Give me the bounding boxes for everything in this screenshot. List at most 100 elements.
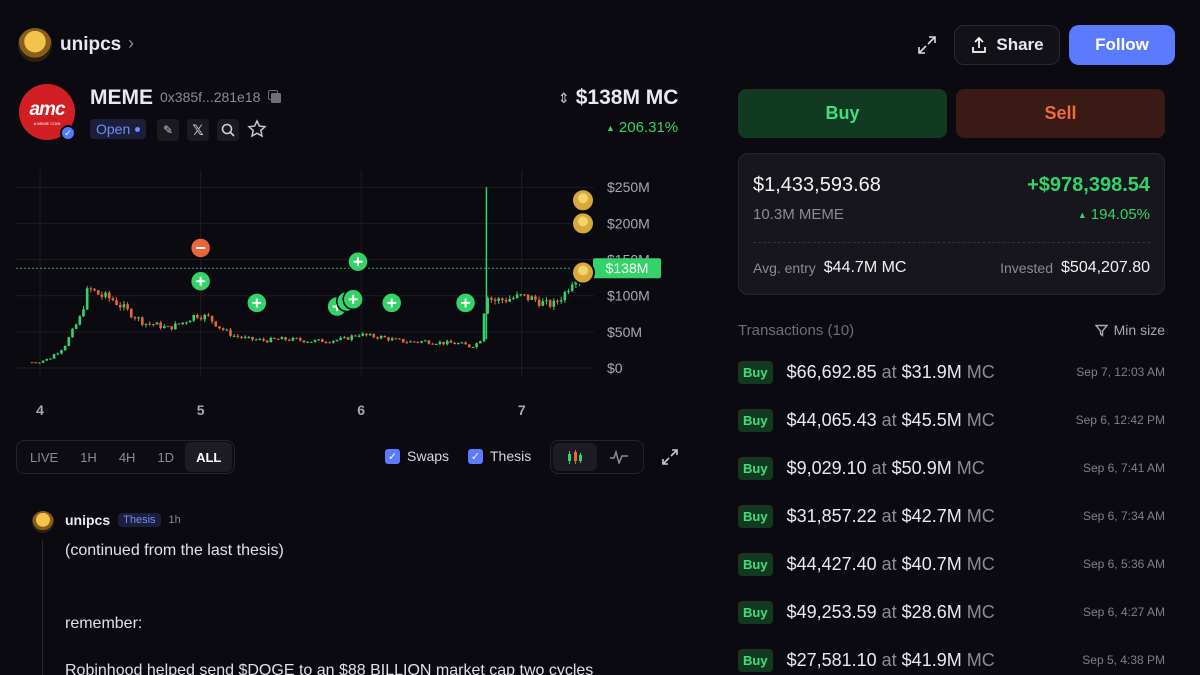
username-link[interactable]: unipcs xyxy=(60,34,121,56)
thesis-author[interactable]: unipcs xyxy=(65,512,110,528)
transaction-row[interactable]: Buy $9,029.10 at $50.9M MC Sep 6, 7:41 AM xyxy=(738,444,1165,492)
candle-body xyxy=(324,342,328,344)
candle-body xyxy=(265,340,269,343)
candle-body xyxy=(416,341,420,343)
x-twitter-icon[interactable]: 𝕏 xyxy=(187,119,209,141)
candle-body xyxy=(552,300,556,307)
candle-body xyxy=(321,339,324,343)
edit-icon[interactable]: ✎ xyxy=(157,119,179,141)
tx-amount: $27,581.10 xyxy=(786,649,877,670)
candlestick-chart-icon[interactable] xyxy=(553,443,597,471)
thesis-toggle[interactable]: ✓ Thesis xyxy=(468,448,531,464)
buy-button[interactable]: Buy xyxy=(738,89,947,138)
tx-mc-unit: MC xyxy=(966,553,995,574)
copy-icon[interactable] xyxy=(268,90,282,104)
swaps-label: Swaps xyxy=(407,448,450,464)
buy-tag: Buy xyxy=(738,648,773,672)
candle-body xyxy=(508,298,512,302)
range-1d[interactable]: 1D xyxy=(146,442,185,472)
candle-body xyxy=(464,342,467,345)
transaction-row[interactable]: Buy $27,581.10 at $41.9M MC Sep 5, 4:38 PM xyxy=(738,636,1165,675)
range-4h[interactable]: 4H xyxy=(108,442,147,472)
thesis-author-avatar[interactable] xyxy=(32,511,54,533)
expand-icon[interactable] xyxy=(916,34,938,56)
candle-body xyxy=(247,336,251,338)
position-pnl-pct-value: 194.05% xyxy=(1090,206,1150,223)
candle-body xyxy=(63,345,67,351)
transaction-row[interactable]: Buy $66,692.85 at $31.9M MC Sep 7, 12:03 AM xyxy=(738,348,1165,396)
candle-body xyxy=(438,341,442,345)
candle-body xyxy=(420,341,423,343)
tx-amount: $44,427.40 xyxy=(786,553,877,574)
transaction-row[interactable]: Buy $44,427.40 at $40.7M MC Sep 6, 5:36 AM xyxy=(738,540,1165,588)
candle-body xyxy=(82,309,85,317)
follow-button[interactable]: Follow xyxy=(1069,25,1175,65)
candle-body xyxy=(423,340,427,342)
candle-body xyxy=(214,321,218,327)
price-chart[interactable]: $250M$200M$150M$100M$50M$04567$138M xyxy=(0,150,700,430)
tx-mc-unit: MC xyxy=(956,457,985,478)
y-axis-label: $100M xyxy=(607,288,650,304)
candle-body xyxy=(354,335,357,337)
buy-tag: Buy xyxy=(738,360,773,384)
range-all[interactable]: ALL xyxy=(185,442,233,472)
candle-body xyxy=(490,297,493,300)
search-icon[interactable] xyxy=(217,119,239,141)
candle-body xyxy=(93,288,96,291)
candle-body xyxy=(243,337,247,339)
candle-body xyxy=(49,358,52,360)
candle-body xyxy=(163,326,166,329)
candle-body xyxy=(111,298,115,301)
candle-body xyxy=(346,337,350,340)
transaction-row[interactable]: Buy $44,065.43 at $45.5M MC Sep 6, 12:42 PM xyxy=(738,396,1165,444)
candle-body xyxy=(291,337,295,341)
position-pnl: +$978,398.54 xyxy=(1027,174,1150,196)
candle-body xyxy=(412,341,416,343)
invested-label: Invested xyxy=(1000,260,1054,276)
candle-body xyxy=(185,322,188,324)
tx-amount: $49,253.59 xyxy=(786,601,877,622)
swaps-checkbox-icon[interactable]: ✓ xyxy=(385,448,400,464)
candle-body xyxy=(567,290,570,293)
tx-mc-unit: MC xyxy=(966,409,995,430)
tx-mc: $45.5M xyxy=(901,409,962,430)
invested-value: $504,207.80 xyxy=(1061,259,1150,276)
x-axis-label: 6 xyxy=(357,402,365,418)
avg-entry-label: Avg. entry xyxy=(753,260,816,276)
swaps-toggle[interactable]: ✓ Swaps xyxy=(385,448,449,464)
transaction-row[interactable]: Buy $31,857.22 at $42.7M MC Sep 6, 7:34 AM xyxy=(738,492,1165,540)
candle-body xyxy=(306,341,309,343)
candle-body xyxy=(170,326,173,330)
tx-mc-unit: MC xyxy=(966,649,995,670)
thesis-checkbox-icon[interactable]: ✓ xyxy=(468,448,483,464)
line-chart-icon[interactable] xyxy=(597,443,641,471)
candle-body xyxy=(203,314,207,320)
candle-body xyxy=(126,304,129,310)
share-button[interactable]: Share xyxy=(954,25,1060,65)
min-size-filter[interactable]: Min size xyxy=(1094,322,1165,338)
range-1h[interactable]: 1H xyxy=(69,442,108,472)
candle-body xyxy=(475,343,478,348)
sell-button[interactable]: Sell xyxy=(956,89,1165,138)
tx-mc-unit: MC xyxy=(966,601,995,622)
candle-body xyxy=(431,343,434,345)
candle-body xyxy=(559,300,563,302)
candle-body xyxy=(453,342,456,345)
candle-body xyxy=(526,294,530,300)
user-avatar[interactable] xyxy=(18,28,52,62)
fullscreen-icon[interactable] xyxy=(660,447,680,467)
buy-tag: Buy xyxy=(738,408,773,432)
avg-entry-value: $44.7M MC xyxy=(823,259,907,276)
candle-body xyxy=(155,322,159,325)
chevron-right-icon[interactable]: › xyxy=(128,33,134,54)
tx-mc: $40.7M xyxy=(901,553,962,574)
star-icon[interactable] xyxy=(247,119,269,141)
tx-mc: $42.7M xyxy=(901,505,962,526)
trader-avatar-face xyxy=(578,193,588,204)
range-live[interactable]: LIVE xyxy=(19,442,69,472)
candle-body xyxy=(310,341,313,343)
tx-at: at xyxy=(881,409,897,430)
current-price-label: $138M xyxy=(606,260,649,276)
tx-date: Sep 6, 12:42 PM xyxy=(1075,413,1165,427)
transaction-row[interactable]: Buy $49,253.59 at $28.6M MC Sep 6, 4:27 AM xyxy=(738,588,1165,636)
